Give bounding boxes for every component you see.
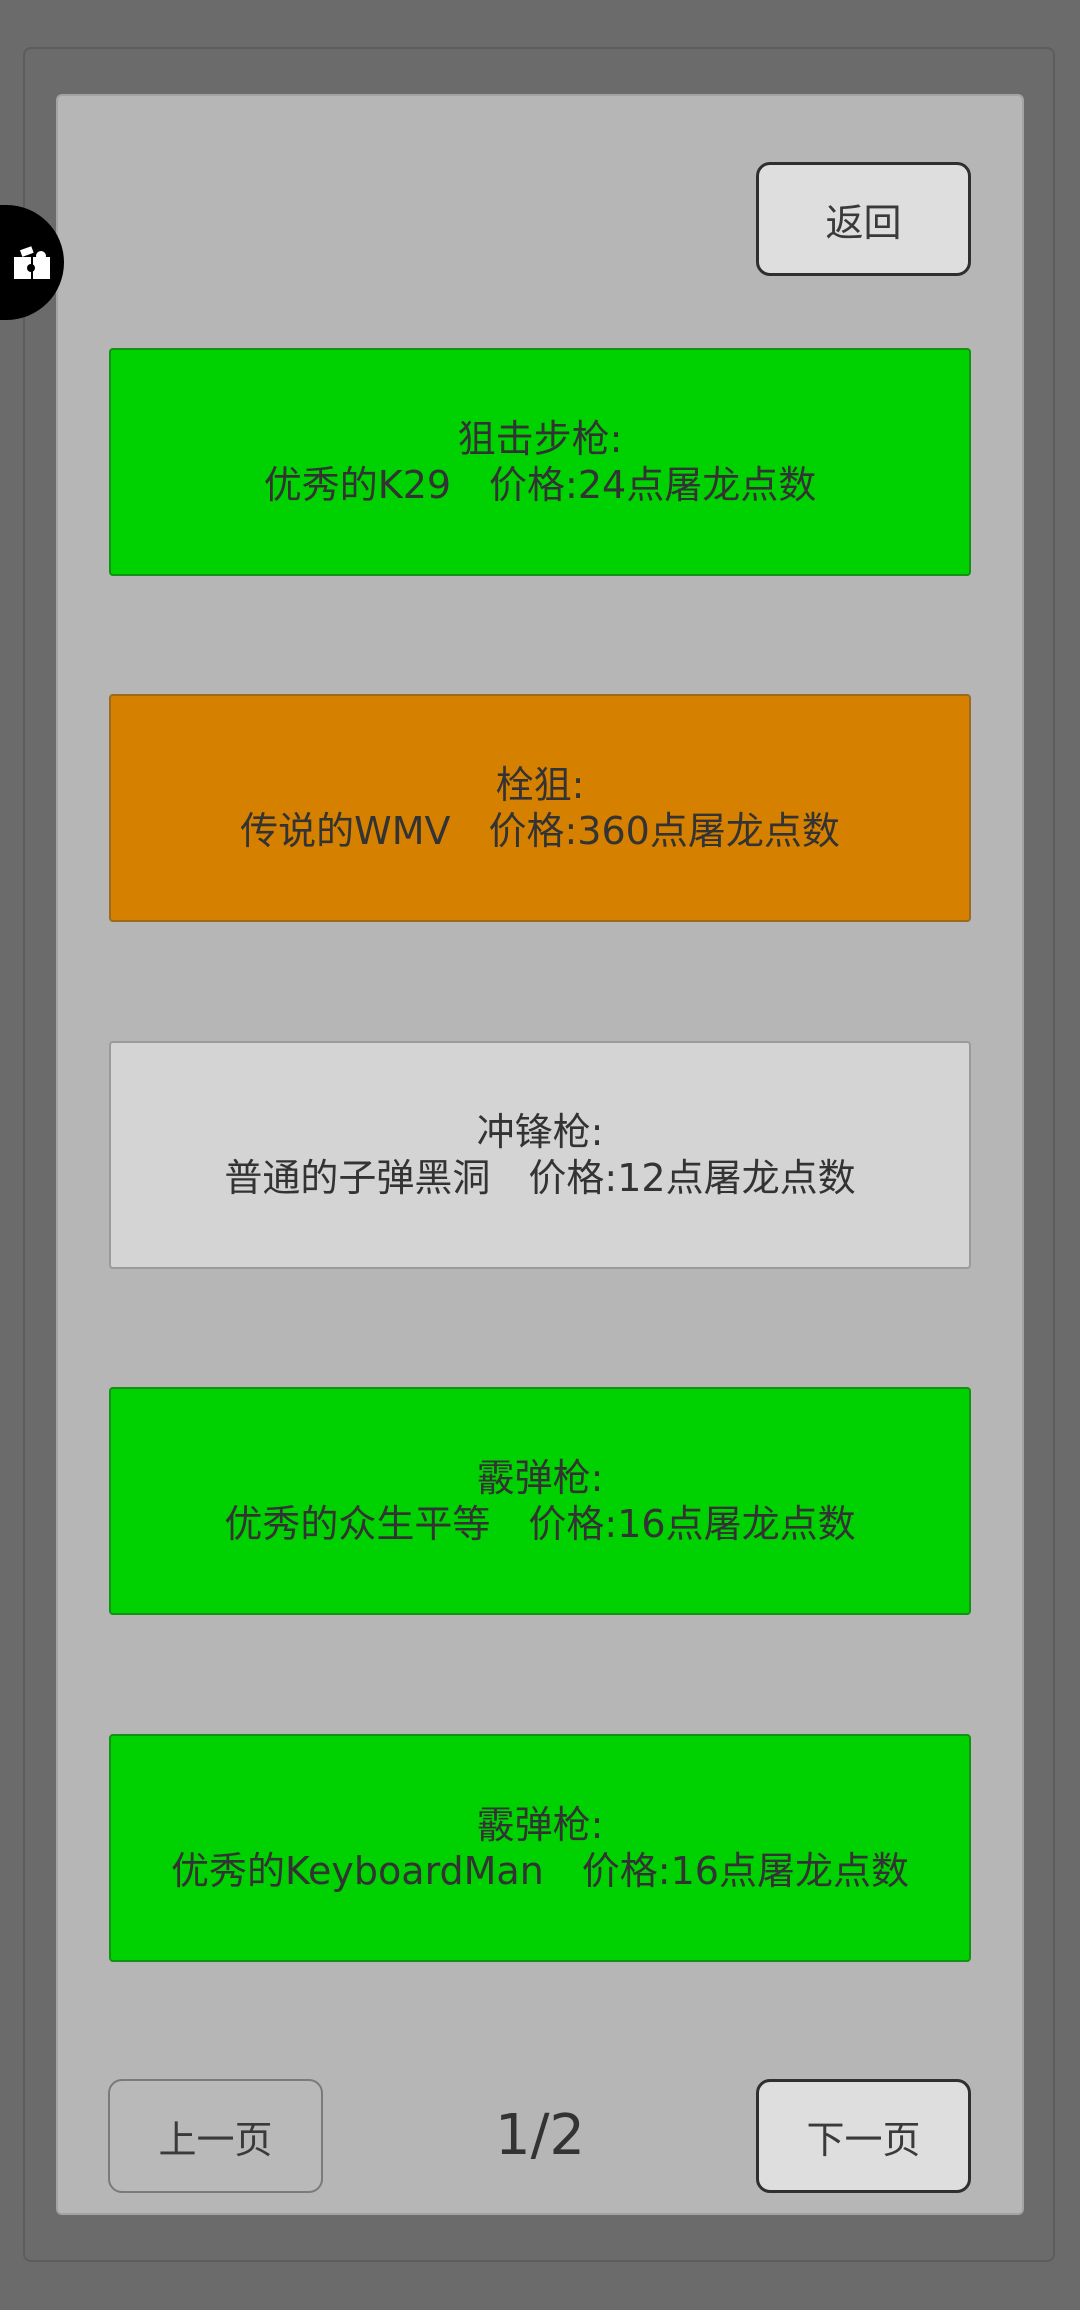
weapon-item-4[interactable]: 霰弹枪: 优秀的众生平等 价格:16点屠龙点数 — [109, 1387, 971, 1615]
back-button-label: 返回 — [825, 200, 902, 245]
weapon-item-category: 霰弹枪: — [476, 1456, 604, 1500]
weapon-item-category: 冲锋枪: — [476, 1110, 604, 1154]
weapon-item-detail: 优秀的K29 价格:24点屠龙点数 — [263, 463, 817, 507]
weapon-item-detail: 传说的WMV 价格:360点屠龙点数 — [240, 809, 840, 853]
weapon-item-category: 霰弹枪: — [476, 1803, 604, 1847]
prev-page-label: 上一页 — [158, 2117, 273, 2162]
weapon-item-1[interactable]: 狙击步枪: 优秀的K29 价格:24点屠龙点数 — [109, 348, 971, 576]
weapon-item-detail: 优秀的KeyboardMan 价格:16点屠龙点数 — [171, 1849, 909, 1893]
weapon-item-3[interactable]: 冲锋枪: 普通的子弹黑洞 价格:12点屠龙点数 — [109, 1041, 971, 1269]
puzzle-piece-icon — [14, 245, 50, 279]
weapon-item-2[interactable]: 栓狙: 传说的WMV 价格:360点屠龙点数 — [109, 694, 971, 922]
back-button[interactable]: 返回 — [756, 162, 971, 276]
page-indicator: 1/2 — [494, 2102, 586, 2168]
next-page-label: 下一页 — [806, 2117, 921, 2162]
weapon-item-detail: 优秀的众生平等 价格:16点屠龙点数 — [224, 1502, 856, 1546]
weapon-item-category: 栓狙: — [495, 763, 585, 807]
next-page-button[interactable]: 下一页 — [756, 2079, 971, 2193]
weapon-item-5[interactable]: 霰弹枪: 优秀的KeyboardMan 价格:16点屠龙点数 — [109, 1734, 971, 1962]
weapon-item-detail: 普通的子弹黑洞 价格:12点屠龙点数 — [224, 1156, 856, 1200]
weapon-item-category: 狙击步枪: — [457, 417, 623, 461]
prev-page-button[interactable]: 上一页 — [108, 2079, 323, 2193]
